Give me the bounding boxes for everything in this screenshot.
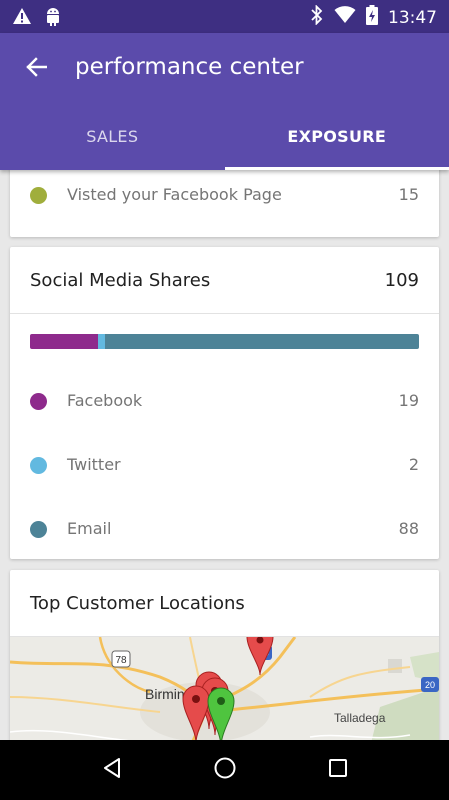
row-label: Twitter <box>67 455 121 474</box>
page-title: performance center <box>75 54 304 80</box>
recents-square-icon <box>328 758 348 783</box>
list-item: Twitter 2 <box>10 450 439 480</box>
list-item: Email 88 <box>10 514 439 544</box>
back-triangle-icon <box>101 757 123 784</box>
row-value: 19 <box>398 391 419 410</box>
share-bar <box>30 334 419 349</box>
visits-card: Visted your Facebook Page 15 <box>10 170 439 237</box>
wifi-icon <box>334 6 356 29</box>
back-button[interactable] <box>18 51 54 87</box>
app-bar: performance center SALES EXPOSURE <box>0 33 449 170</box>
map-view[interactable]: 78 59 20 Birmingham Talladega <box>10 637 439 740</box>
row-value: 15 <box>398 185 419 204</box>
bluetooth-icon <box>310 4 324 30</box>
card-total: 109 <box>384 270 419 291</box>
row-label: Visted your Facebook Page <box>67 185 282 204</box>
android-icon <box>44 6 62 31</box>
status-bar: 13:47 <box>0 0 449 33</box>
clock: 13:47 <box>388 7 437 28</box>
row-label: Email <box>67 519 112 538</box>
content-scroll[interactable]: Visted your Facebook Page 15 Social Medi… <box>0 170 449 740</box>
list-item: Facebook 19 <box>10 386 439 416</box>
route-78-label: 78 <box>115 655 127 666</box>
card-title: Social Media Shares <box>30 270 211 291</box>
share-segment-facebook <box>30 334 98 349</box>
nav-back-button[interactable] <box>92 750 132 790</box>
row-value: 2 <box>408 455 419 474</box>
legend-dot <box>30 187 47 204</box>
map-town-label: Talladega <box>334 711 386 725</box>
nav-recents-button[interactable] <box>318 750 358 790</box>
arrow-left-icon <box>25 56 48 83</box>
card-title: Top Customer Locations <box>30 593 245 614</box>
legend-dot <box>30 393 47 410</box>
social-media-card: Social Media Shares 109 Facebook 19 Twit… <box>10 247 439 559</box>
row-value: 88 <box>398 519 419 538</box>
tab-bar: SALES EXPOSURE <box>0 102 449 170</box>
share-segment-twitter <box>97 334 105 349</box>
battery-charging-icon <box>366 5 378 30</box>
navigation-bar <box>0 740 449 800</box>
card-header: Top Customer Locations <box>10 570 439 637</box>
share-segment-email <box>104 334 419 349</box>
nav-home-button[interactable] <box>205 750 245 790</box>
tab-exposure[interactable]: EXPOSURE <box>224 102 449 170</box>
route-20-label: 20 <box>425 680 435 690</box>
legend-dot <box>30 521 47 538</box>
warning-icon <box>12 7 32 30</box>
card-header: Social Media Shares 109 <box>10 247 439 314</box>
row-label: Facebook <box>67 391 143 410</box>
home-circle-icon <box>213 756 237 785</box>
tab-sales[interactable]: SALES <box>0 102 225 170</box>
list-item: Visted your Facebook Page 15 <box>10 180 439 210</box>
legend-dot <box>30 457 47 474</box>
locations-card: Top Customer Locations 78 20 Birmingham … <box>10 570 439 740</box>
